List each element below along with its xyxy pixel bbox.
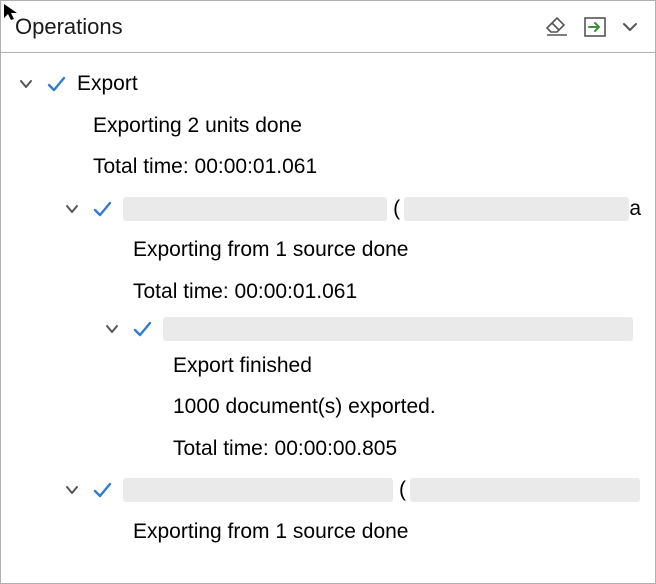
redacted-text xyxy=(123,197,387,221)
tree-detail-line: Exporting from 1 source done xyxy=(1,511,655,553)
paren-text: ( xyxy=(399,473,406,507)
redacted-text xyxy=(123,478,393,502)
tree-node-child[interactable]: ( xyxy=(1,469,655,511)
chevron-down-icon[interactable] xyxy=(103,320,121,338)
tree-node-child[interactable]: ( a xyxy=(1,188,655,230)
time-text: Total time: 00:00:01.061 xyxy=(133,275,357,309)
chevron-down-icon[interactable] xyxy=(63,200,81,218)
panel-header: Operations xyxy=(1,1,655,53)
check-icon xyxy=(45,73,67,95)
export-icon[interactable] xyxy=(581,13,609,41)
erase-icon[interactable] xyxy=(543,13,571,41)
tree-detail-line: Exporting from 1 source done xyxy=(1,229,655,271)
check-icon xyxy=(91,479,113,501)
trailing-char: a xyxy=(629,192,641,226)
operations-panel: Operations xyxy=(0,0,656,584)
inner-count: 1000 document(s) exported. xyxy=(173,390,436,424)
chevron-down-icon[interactable] xyxy=(17,75,35,93)
tree-node-label: Export xyxy=(77,67,138,101)
status-text: Exporting from 1 source done xyxy=(133,233,408,267)
check-icon xyxy=(91,198,113,220)
inner-time: Total time: 00:00:00.805 xyxy=(173,432,397,466)
time-text: Total time: 00:00:01.061 xyxy=(93,150,317,184)
tree-detail-line: Total time: 00:00:00.805 xyxy=(1,428,655,470)
mouse-cursor xyxy=(2,2,24,24)
menu-chevron-down-icon[interactable] xyxy=(619,16,641,38)
tree-detail-line: Total time: 00:00:01.061 xyxy=(1,146,655,188)
operations-tree: Export Exporting 2 units done Total time… xyxy=(1,53,655,553)
tree-detail-line: Export finished xyxy=(1,345,655,387)
panel-title: Operations xyxy=(15,14,123,40)
tree-detail-line: 1000 document(s) exported. xyxy=(1,386,655,428)
paren-text: ( xyxy=(393,192,400,226)
check-icon xyxy=(131,318,153,340)
inner-status: Export finished xyxy=(173,349,312,383)
tree-node-inner[interactable] xyxy=(1,313,655,345)
redacted-text xyxy=(404,197,629,221)
tree-detail-line: Exporting 2 units done xyxy=(1,105,655,147)
panel-actions xyxy=(543,13,641,41)
redacted-text xyxy=(163,317,633,341)
status-text: Exporting 2 units done xyxy=(93,109,302,143)
tree-detail-line: Total time: 00:00:01.061 xyxy=(1,271,655,313)
chevron-down-icon[interactable] xyxy=(63,481,81,499)
redacted-text xyxy=(410,478,640,502)
tree-node-export[interactable]: Export xyxy=(1,63,655,105)
status-text: Exporting from 1 source done xyxy=(133,515,408,549)
